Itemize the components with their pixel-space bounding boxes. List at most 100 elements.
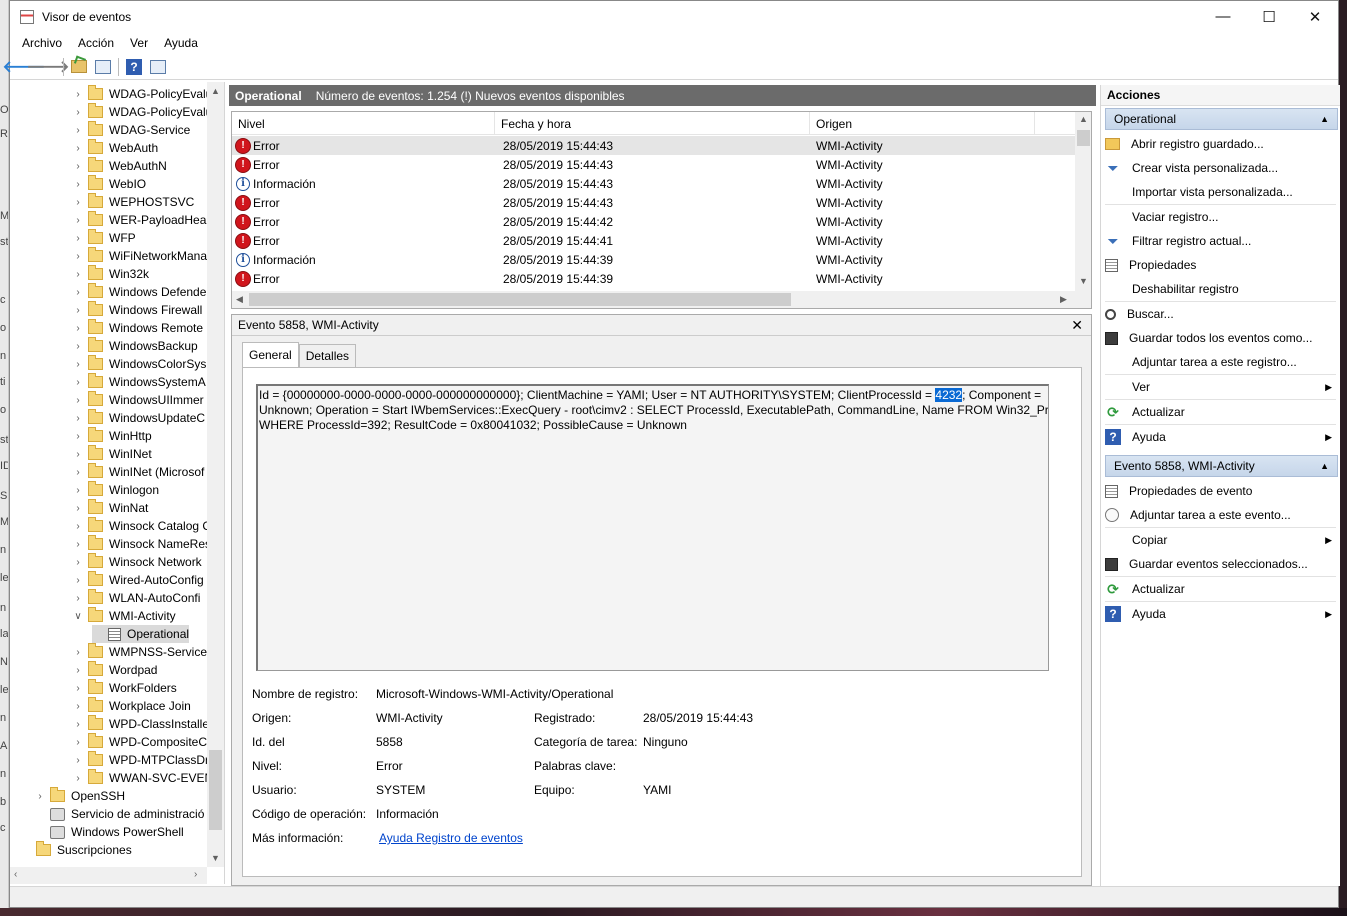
tree-item[interactable]: › WindowsUpdateC	[72, 409, 205, 427]
tree-item[interactable]: › Windows Remote	[72, 319, 203, 337]
column-nivel[interactable]: Nivel	[232, 112, 495, 135]
action-item[interactable]: ⟳ Actualizar	[1101, 400, 1340, 424]
action-item[interactable]: Adjuntar tarea a este evento...	[1101, 503, 1340, 527]
chevron-right-icon[interactable]: ›	[72, 233, 84, 244]
chevron-right-icon[interactable]: ›	[72, 161, 84, 172]
chevron-right-icon[interactable]: ›	[72, 323, 84, 334]
chevron-right-icon[interactable]: ›	[72, 89, 84, 100]
tree-item[interactable]: › WWAN-SVC-EVEN	[72, 769, 213, 787]
chevron-right-icon[interactable]: ›	[72, 719, 84, 730]
hscroll-thumb[interactable]	[249, 293, 791, 306]
chevron-right-icon[interactable]: ›	[72, 773, 84, 784]
tree-item[interactable]: Windows PowerShell	[34, 823, 184, 841]
show-hide-tree-button[interactable]	[93, 57, 113, 77]
show-hide-action-pane-button[interactable]	[148, 57, 168, 77]
tree-item[interactable]: › WPD-MTPClassDr	[72, 751, 209, 769]
tree-item[interactable]: › WindowsBackup	[72, 337, 198, 355]
event-list-vscrollbar[interactable]: ▲ ▼	[1075, 112, 1091, 291]
menu-ver[interactable]: Ver	[122, 36, 156, 50]
action-item[interactable]: Guardar eventos seleccionados...	[1101, 552, 1340, 576]
action-item[interactable]: ? Ayuda ▶	[1101, 425, 1340, 449]
chevron-right-icon[interactable]: ›	[72, 737, 84, 748]
tree-item[interactable]: › OpenSSH	[34, 787, 125, 805]
maximize-button[interactable]: ☐	[1246, 1, 1292, 32]
chevron-right-icon[interactable]: ›	[72, 593, 84, 604]
tree-item[interactable]: › WFP	[72, 229, 136, 247]
tree-item[interactable]: › Win32k	[72, 265, 149, 283]
column-extra[interactable]	[1035, 112, 1075, 135]
tree-item-subscriptions[interactable]: Suscripciones	[20, 841, 132, 859]
tree-item[interactable]: › WinHttp	[72, 427, 152, 445]
tree-item[interactable]: › WPD-CompositeC	[72, 733, 207, 751]
chevron-right-icon[interactable]: ›	[72, 701, 84, 712]
scroll-thumb[interactable]	[209, 750, 222, 830]
tree-item[interactable]: › Winlogon	[72, 481, 159, 499]
chevron-right-icon[interactable]: ›	[72, 197, 84, 208]
chevron-right-icon[interactable]: ›	[72, 107, 84, 118]
chevron-right-icon[interactable]: ›	[72, 125, 84, 136]
chevron-right-icon[interactable]: ›	[72, 557, 84, 568]
event-row[interactable]: ! Error 28/05/2019 15:44:43 WMI-Activity	[232, 193, 1075, 212]
action-item[interactable]: ⏷ Crear vista personalizada...	[1101, 156, 1340, 180]
menu-accion[interactable]: Acción	[70, 36, 122, 50]
chevron-right-icon[interactable]: ›	[72, 503, 84, 514]
scroll-up-icon[interactable]: ▲	[1079, 114, 1088, 124]
action-item[interactable]: ⟳ Actualizar	[1101, 577, 1340, 601]
chevron-right-icon[interactable]: ›	[72, 251, 84, 262]
tab-general[interactable]: General	[242, 342, 299, 367]
chevron-right-icon[interactable]: ›	[72, 485, 84, 496]
column-origen[interactable]: Origen	[810, 112, 1035, 135]
tree-item[interactable]: › Windows Firewall	[72, 301, 202, 319]
chevron-right-icon[interactable]: ›	[72, 755, 84, 766]
tree-item[interactable]: › WMPNSS-Service	[72, 643, 207, 661]
more-info-link[interactable]: Ayuda Registro de eventos	[379, 831, 523, 845]
actions-section-event[interactable]: Evento 5858, WMI-Activity ▲	[1105, 455, 1338, 477]
tree-item[interactable]: › Winsock NameRes	[72, 535, 211, 553]
chevron-right-icon[interactable]: ›	[72, 143, 84, 154]
chevron-right-icon[interactable]: ›	[72, 431, 84, 442]
action-item[interactable]: Vaciar registro...	[1101, 205, 1340, 229]
chevron-right-icon[interactable]: ›	[72, 647, 84, 658]
tab-detalles[interactable]: Detalles	[298, 344, 357, 367]
chevron-right-icon[interactable]: ›	[72, 305, 84, 316]
tree-item[interactable]: › WindowsSystemA	[72, 373, 206, 391]
up-folder-button[interactable]	[69, 57, 89, 77]
event-row[interactable]: ! Error 28/05/2019 15:44:39 WMI-Activity	[232, 269, 1075, 288]
chevron-right-icon[interactable]: ›	[72, 413, 84, 424]
chevron-right-icon[interactable]: ›	[72, 395, 84, 406]
tree-item[interactable]: › Winsock Catalog C	[72, 517, 211, 535]
scroll-left-icon[interactable]: ◀	[236, 294, 243, 305]
tree-item[interactable]: › Winsock Network	[72, 553, 202, 571]
chevron-right-icon[interactable]: ›	[72, 287, 84, 298]
tree-item[interactable]: › WorkFolders	[72, 679, 177, 697]
chevron-right-icon[interactable]: ›	[72, 539, 84, 550]
actions-section-operational[interactable]: Operational ▲	[1105, 108, 1338, 130]
action-item[interactable]: Copiar ▶	[1101, 528, 1340, 552]
help-button[interactable]: ?	[124, 57, 144, 77]
tree-item[interactable]: › WDAG-PolicyEvalu	[72, 103, 212, 121]
action-item[interactable]: Propiedades	[1101, 253, 1340, 277]
action-item[interactable]: Importar vista personalizada...	[1101, 180, 1340, 204]
action-item[interactable]: Guardar todos los eventos como...	[1101, 326, 1340, 350]
collapse-icon[interactable]: ▲	[1320, 461, 1329, 471]
chevron-right-icon[interactable]: ›	[72, 341, 84, 352]
action-item[interactable]: Adjuntar tarea a este registro...	[1101, 350, 1340, 374]
tree-item[interactable]: ∨ WMI-Activity	[72, 607, 176, 625]
scroll-thumb[interactable]	[1077, 130, 1090, 146]
chevron-right-icon[interactable]: ›	[72, 179, 84, 190]
tree-item[interactable]: › Workplace Join	[72, 697, 191, 715]
tree-item[interactable]: › WebAuthN	[72, 157, 167, 175]
action-item[interactable]: ⏷ Filtrar registro actual...	[1101, 229, 1340, 253]
scroll-down-icon[interactable]: ▼	[1079, 276, 1088, 286]
tree-item[interactable]: › WEPHOSTSVC	[72, 193, 194, 211]
action-item[interactable]: Buscar...	[1101, 302, 1340, 326]
chevron-right-icon[interactable]: ›	[72, 377, 84, 388]
chevron-right-icon[interactable]: ›	[72, 359, 84, 370]
action-item[interactable]: Propiedades de evento	[1101, 479, 1340, 503]
chevron-right-icon[interactable]: ›	[72, 665, 84, 676]
action-item[interactable]: Ver ▶	[1101, 375, 1340, 399]
tree-item[interactable]: › Wordpad	[72, 661, 157, 679]
tree-item[interactable]: › Wired-AutoConfig	[72, 571, 204, 589]
tree-hscrollbar[interactable]: ‹ ›	[10, 867, 207, 884]
chevron-right-icon[interactable]: ›	[34, 791, 46, 802]
